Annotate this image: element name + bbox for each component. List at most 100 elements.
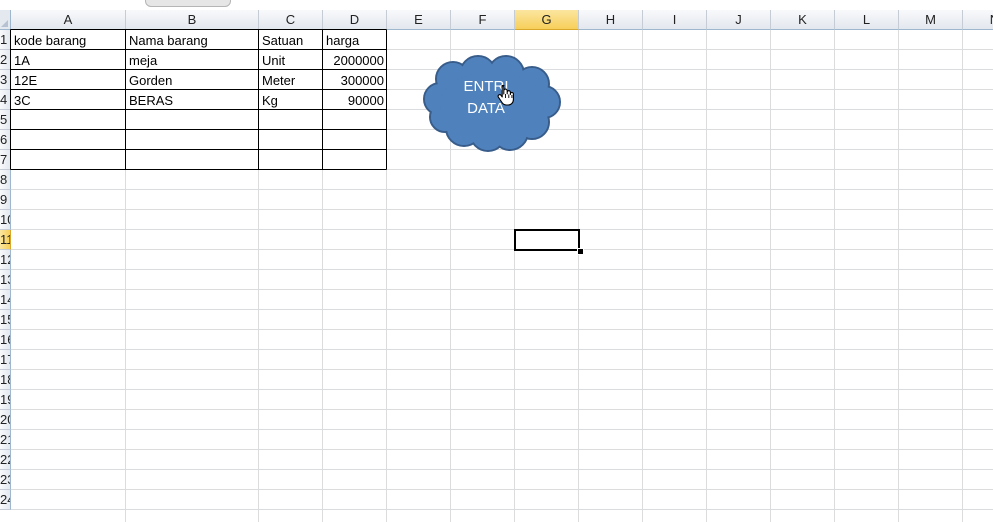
row-header-5[interactable]: 5	[0, 110, 11, 130]
column-header-j[interactable]: J	[707, 10, 771, 30]
table-cell[interactable]	[11, 150, 126, 170]
table-cell[interactable]	[323, 130, 387, 150]
gridline-horizontal	[11, 309, 993, 310]
row-header-8[interactable]: 8	[0, 170, 11, 190]
row-header-19[interactable]: 19	[0, 390, 11, 410]
gridline-horizontal	[11, 489, 993, 490]
table-cell[interactable]: 300000	[323, 70, 387, 90]
row-header-label: 9	[0, 192, 8, 207]
row-header-13[interactable]: 13	[0, 270, 11, 290]
row-header-24[interactable]: 24	[0, 490, 11, 510]
gridline-horizontal	[11, 189, 993, 190]
table-cell[interactable]: Gorden	[126, 70, 259, 90]
table-cell[interactable]: Unit	[259, 50, 323, 70]
gridline-horizontal	[11, 349, 993, 350]
table-cell[interactable]	[259, 150, 323, 170]
row-header-10[interactable]: 10	[0, 210, 11, 230]
column-header-k[interactable]: K	[771, 10, 835, 30]
row-header-20[interactable]: 20	[0, 410, 11, 430]
table-cell[interactable]: Meter	[259, 70, 323, 90]
row-header-label: 21	[0, 432, 10, 447]
select-all-corner[interactable]	[0, 10, 11, 30]
table-cell[interactable]: Kg	[259, 90, 323, 110]
row-header-23[interactable]: 23	[0, 470, 11, 490]
gridline-horizontal	[11, 229, 993, 230]
row-header-label: 6	[0, 132, 8, 147]
row-header-label: 19	[0, 392, 10, 407]
column-header-n[interactable]: N	[963, 10, 993, 30]
column-header-b[interactable]: B	[126, 10, 259, 30]
row-header-label: 18	[0, 372, 10, 387]
row-header-label: 7	[0, 152, 8, 167]
table-cell[interactable]: 3C	[11, 90, 126, 110]
table-cell[interactable]	[126, 110, 259, 130]
gridline-horizontal	[11, 269, 993, 270]
gridline-horizontal	[11, 509, 993, 510]
table-cell[interactable]: meja	[126, 50, 259, 70]
column-header-l[interactable]: L	[835, 10, 899, 30]
column-header-e[interactable]: E	[387, 10, 451, 30]
row-header-label: 3	[0, 72, 8, 87]
column-header-c[interactable]: C	[259, 10, 323, 30]
gridline-horizontal	[11, 249, 993, 250]
row-header-7[interactable]: 7	[0, 150, 11, 170]
row-header-label: 23	[0, 472, 10, 487]
row-header-6[interactable]: 6	[0, 130, 11, 150]
row-header-16[interactable]: 16	[0, 330, 11, 350]
row-header-21[interactable]: 21	[0, 430, 11, 450]
table-cell[interactable]: 90000	[323, 90, 387, 110]
table-cell[interactable]	[259, 110, 323, 130]
row-header-18[interactable]: 18	[0, 370, 11, 390]
table-header-cell[interactable]: kode barang	[11, 30, 126, 50]
column-header-m[interactable]: M	[899, 10, 963, 30]
row-header-12[interactable]: 12	[0, 250, 11, 270]
table-cell[interactable]	[126, 150, 259, 170]
hand-pointer-icon	[497, 84, 515, 106]
row-header-label: 16	[0, 332, 10, 347]
table-cell[interactable]	[259, 130, 323, 150]
fill-handle[interactable]	[577, 248, 584, 255]
row-header-14[interactable]: 14	[0, 290, 11, 310]
row-header-label: 20	[0, 412, 10, 427]
table-cell[interactable]	[323, 110, 387, 130]
row-header-label: 2	[0, 52, 8, 67]
gridline-horizontal	[11, 369, 993, 370]
row-header-label: 24	[0, 492, 10, 507]
row-header-2[interactable]: 2	[0, 50, 11, 70]
table-cell[interactable]: 12E	[11, 70, 126, 90]
row-header-9[interactable]: 9	[0, 190, 11, 210]
column-header-a[interactable]: A	[11, 10, 126, 30]
column-header-h[interactable]: H	[579, 10, 643, 30]
column-header-g[interactable]: G	[515, 10, 579, 30]
active-cell-selection[interactable]	[514, 229, 580, 251]
table-cell[interactable]: 1A	[11, 50, 126, 70]
entri-data-cloud-button[interactable]: ENTRI DATA	[420, 54, 565, 154]
table-cell[interactable]: 2000000	[323, 50, 387, 70]
column-header-i[interactable]: I	[643, 10, 707, 30]
row-header-label: 15	[0, 312, 10, 327]
row-header-label: 13	[0, 272, 10, 287]
table-header-cell[interactable]: harga	[323, 30, 387, 50]
row-header-label: 5	[0, 112, 8, 127]
gridline-horizontal	[11, 409, 993, 410]
row-header-11[interactable]: 11	[0, 230, 11, 250]
table-cell[interactable]	[11, 110, 126, 130]
row-header-label: 8	[0, 172, 8, 187]
row-header-17[interactable]: 17	[0, 350, 11, 370]
row-header-3[interactable]: 3	[0, 70, 11, 90]
table-header-cell[interactable]: Nama barang	[126, 30, 259, 50]
row-header-1[interactable]: 1	[0, 30, 11, 50]
table-header-cell[interactable]: Satuan	[259, 30, 323, 50]
row-header-22[interactable]: 22	[0, 450, 11, 470]
table-cell[interactable]	[11, 130, 126, 150]
column-header-f[interactable]: F	[451, 10, 515, 30]
table-cell[interactable]	[323, 150, 387, 170]
table-cell[interactable]	[126, 130, 259, 150]
row-header-label: 1	[0, 32, 8, 47]
row-header-4[interactable]: 4	[0, 90, 11, 110]
gridline-horizontal	[11, 329, 993, 330]
column-header-d[interactable]: D	[323, 10, 387, 30]
row-header-15[interactable]: 15	[0, 310, 11, 330]
table-cell[interactable]: BERAS	[126, 90, 259, 110]
gridline-horizontal	[11, 449, 993, 450]
